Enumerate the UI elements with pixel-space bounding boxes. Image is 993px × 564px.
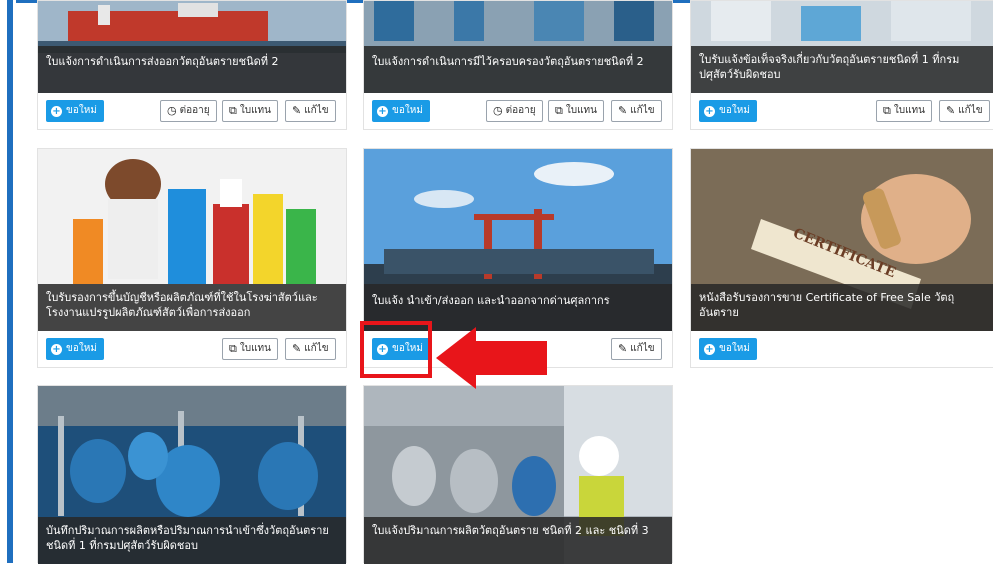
card-actions: + ขอใหม่ ◷ ต่ออายุ ⧉ ใบแทน ✎ แก้ไข	[38, 94, 346, 130]
replacement-label: ใบแทน	[565, 105, 597, 116]
edit-button[interactable]: ✎ แก้ไข	[285, 338, 336, 360]
copy-icon: ⧉	[883, 104, 891, 117]
edit-label: แก้ไข	[304, 343, 329, 354]
card-title: หนังสือรับรองการขาย Certificate of Free …	[691, 284, 993, 331]
renew-label: ต่ออายุ	[505, 105, 536, 116]
copy-icon: ⧉	[229, 104, 237, 117]
service-card: ใบแจ้งการดำเนินการมีไว้ครอบครองวัตถุอันต…	[363, 0, 673, 130]
edit-label: แก้ไข	[958, 105, 983, 116]
renew-label: ต่ออายุ	[179, 105, 210, 116]
service-card: ใบแจ้งปริมาณการผลิตวัตถุอันตราย ชนิดที่ …	[363, 385, 673, 564]
renew-button[interactable]: ◷ ต่ออายุ	[486, 100, 543, 122]
plus-circle-icon: +	[51, 343, 62, 355]
request-new-button[interactable]: + ขอใหม่	[699, 100, 757, 122]
plus-circle-icon: +	[51, 105, 62, 117]
edit-button[interactable]: ✎ แก้ไข	[939, 100, 990, 122]
edit-label: แก้ไข	[630, 343, 655, 354]
plus-circle-icon: +	[704, 105, 715, 117]
copy-icon: ⧉	[555, 104, 563, 117]
edit-label: แก้ไข	[304, 105, 329, 116]
card-actions: + ขอใหม่ ⧉ ใบแทน ✎ แก้ไข	[691, 94, 993, 130]
service-card: CERTIFICATE หนังสือรับรองการขาย Certific…	[690, 148, 993, 368]
card-title: ใบแจ้งการดำเนินการส่งออกวัตถุอันตรายชนิด…	[38, 46, 346, 93]
card-actions: + ขอใหม่	[691, 332, 993, 368]
service-card: ใบรับแจ้งข้อเท็จจริงเกี่ยวกับวัตถุอันตรา…	[690, 0, 993, 130]
clock-icon: ◷	[167, 104, 177, 117]
plus-circle-icon: +	[377, 105, 388, 117]
edit-button[interactable]: ✎ แก้ไข	[611, 100, 662, 122]
request-new-label: ขอใหม่	[66, 343, 97, 354]
replacement-button[interactable]: ⧉ ใบแทน	[222, 100, 278, 122]
request-new-button[interactable]: + ขอใหม่	[46, 338, 104, 360]
request-new-label: ขอใหม่	[392, 105, 423, 116]
pencil-icon: ✎	[946, 104, 956, 117]
request-new-label: ขอใหม่	[719, 343, 750, 354]
pointer-arrow-icon	[436, 327, 547, 389]
request-new-button[interactable]: + ขอใหม่	[699, 338, 757, 360]
card-title: ใบรับแจ้งข้อเท็จจริงเกี่ยวกับวัตถุอันตรา…	[691, 46, 993, 93]
card-title: ใบรับรองการขึ้นบัญชีหรือผลิตภัณฑ์ที่ใช้ใ…	[38, 284, 346, 331]
highlight-box	[360, 321, 432, 378]
card-actions: + ขอใหม่ ⧉ ใบแทน ✎ แก้ไข	[38, 332, 346, 368]
clock-icon: ◷	[493, 104, 503, 117]
pencil-icon: ✎	[618, 342, 628, 355]
request-new-label: ขอใหม่	[719, 105, 750, 116]
service-card: ใบแจ้งการดำเนินการส่งออกวัตถุอันตรายชนิด…	[37, 0, 347, 130]
replacement-label: ใบแทน	[893, 105, 925, 116]
replacement-button[interactable]: ⧉ ใบแทน	[222, 338, 278, 360]
card-actions: + ขอใหม่ ◷ ต่ออายุ ⧉ ใบแทน ✎ แก้ไข	[364, 94, 672, 130]
pencil-icon: ✎	[292, 342, 302, 355]
request-new-button[interactable]: + ขอใหม่	[372, 100, 430, 122]
edit-button[interactable]: ✎ แก้ไข	[611, 338, 662, 360]
pencil-icon: ✎	[618, 104, 628, 117]
left-accent-bar	[0, 0, 16, 563]
plus-circle-icon: +	[704, 343, 715, 355]
replacement-label: ใบแทน	[239, 105, 271, 116]
card-title: ใบแจ้งการดำเนินการมีไว้ครอบครองวัตถุอันต…	[364, 46, 672, 93]
service-card: บันทึกปริมาณการผลิตหรือปริมาณการนำเข้าซึ…	[37, 385, 347, 564]
pencil-icon: ✎	[292, 104, 302, 117]
service-card: ใบรับรองการขึ้นบัญชีหรือผลิตภัณฑ์ที่ใช้ใ…	[37, 148, 347, 368]
replacement-button[interactable]: ⧉ ใบแทน	[548, 100, 604, 122]
edit-label: แก้ไข	[630, 105, 655, 116]
card-title: บันทึกปริมาณการผลิตหรือปริมาณการนำเข้าซึ…	[38, 517, 346, 564]
request-new-button[interactable]: + ขอใหม่	[46, 100, 104, 122]
replacement-button[interactable]: ⧉ ใบแทน	[876, 100, 932, 122]
request-new-label: ขอใหม่	[66, 105, 97, 116]
card-title: ใบแจ้งปริมาณการผลิตวัตถุอันตราย ชนิดที่ …	[364, 517, 672, 564]
edit-button[interactable]: ✎ แก้ไข	[285, 100, 336, 122]
renew-button[interactable]: ◷ ต่ออายุ	[160, 100, 217, 122]
copy-icon: ⧉	[229, 342, 237, 355]
replacement-label: ใบแทน	[239, 343, 271, 354]
